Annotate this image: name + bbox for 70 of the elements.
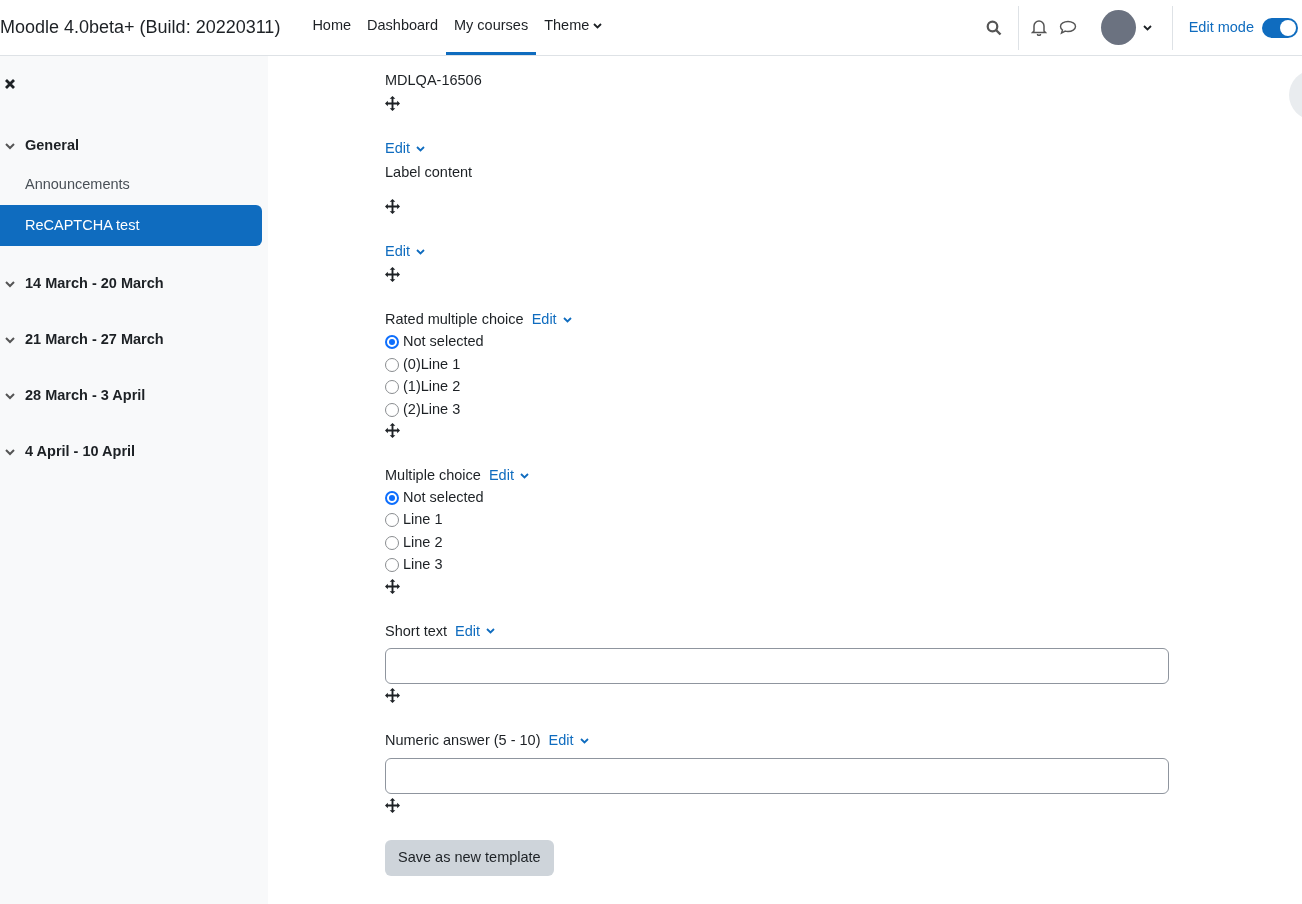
move-icon[interactable] [385,798,400,813]
move-icon[interactable] [385,95,400,111]
chevron-icon[interactable] [5,392,15,400]
chevron-icon[interactable] [5,280,15,288]
edit-menu-link[interactable]: Edit [447,620,504,643]
label-text: Label content [385,162,474,182]
question-title: Numeric answer (5 - 10) [385,731,541,751]
site-name[interactable]: Moodle 4.0beta+ (Build: 20220311) [0,14,281,41]
move-icon[interactable] [385,688,400,704]
section-link[interactable]: 21 March - 27 March [25,329,164,351]
radio-label: Line 2 [403,532,443,552]
nav-tab[interactable]: My courses [446,0,537,55]
caret-icon [416,145,425,152]
label-text: MDLQA-16506 [385,71,483,90]
question-title: Rated multiple choice [385,310,524,329]
radio-label: Not selected [403,332,484,352]
search-icon[interactable] [985,19,1002,36]
caret-icon [579,738,589,745]
chevron-icon[interactable] [5,336,15,344]
radio-button[interactable] [385,535,399,550]
move-icon[interactable] [385,422,400,438]
caret-icon [593,23,603,29]
radio-button[interactable] [385,513,399,528]
edit-menu-link[interactable]: Edit [540,730,597,752]
section-link[interactable]: 14 March - 20 March [25,273,164,295]
radio-label: (2)Line 3 [403,399,461,419]
answer-field[interactable] [385,648,1169,685]
save-template-button[interactable]: Save as new template [385,840,554,876]
radio-label: Not selected [403,487,484,507]
caret-icon [486,628,496,635]
section-link[interactable]: 28 March - 3 April [25,385,146,407]
nav-tab[interactable]: Dashboard [359,0,446,55]
nav-tab[interactable]: Theme [536,0,611,55]
bell-icon[interactable] [1030,19,1047,36]
chevron-icon[interactable] [5,448,15,456]
move-icon[interactable] [385,199,400,215]
edit-menu-link[interactable]: Edit [523,309,580,331]
radio-button[interactable] [385,490,399,505]
question-title: Short text [385,621,448,641]
radio-label: (0)Line 1 [403,354,461,374]
edit-menu-link[interactable]: Edit [377,241,1302,263]
edit-mode-label: Edit mode [1188,17,1254,37]
radio-label: Line 3 [403,555,443,575]
nav-tab[interactable]: Home [304,0,360,55]
edit-menu-link[interactable]: Edit [377,137,1302,160]
edit-mode-switch[interactable] [1262,17,1298,38]
chevron-icon[interactable] [5,142,15,150]
move-icon[interactable] [385,267,400,282]
activity-link[interactable]: Announcements [0,164,262,205]
caret-icon [519,472,529,479]
radio-button[interactable] [385,380,399,394]
activity-link[interactable]: ReCAPTCHA test [0,205,262,246]
radio-button[interactable] [385,335,399,349]
caret-icon [416,249,425,256]
radio-label: (1)Line 2 [403,377,461,397]
radio-button[interactable] [385,558,399,573]
close-icon[interactable] [4,78,16,90]
caret-icon [562,316,572,323]
radio-button[interactable] [385,402,399,417]
section-link[interactable]: General [25,135,79,157]
radio-button[interactable] [385,357,399,372]
question-title: Multiple choice [385,465,481,485]
section-link[interactable]: 4 April - 10 April [25,441,136,463]
caret-icon [1142,24,1152,31]
answer-field[interactable] [385,758,1169,794]
move-icon[interactable] [385,578,400,594]
radio-label: Line 1 [403,510,443,530]
edit-menu-link[interactable]: Edit [480,464,537,487]
chat-icon[interactable] [1058,20,1077,35]
avatar[interactable] [1100,10,1136,45]
